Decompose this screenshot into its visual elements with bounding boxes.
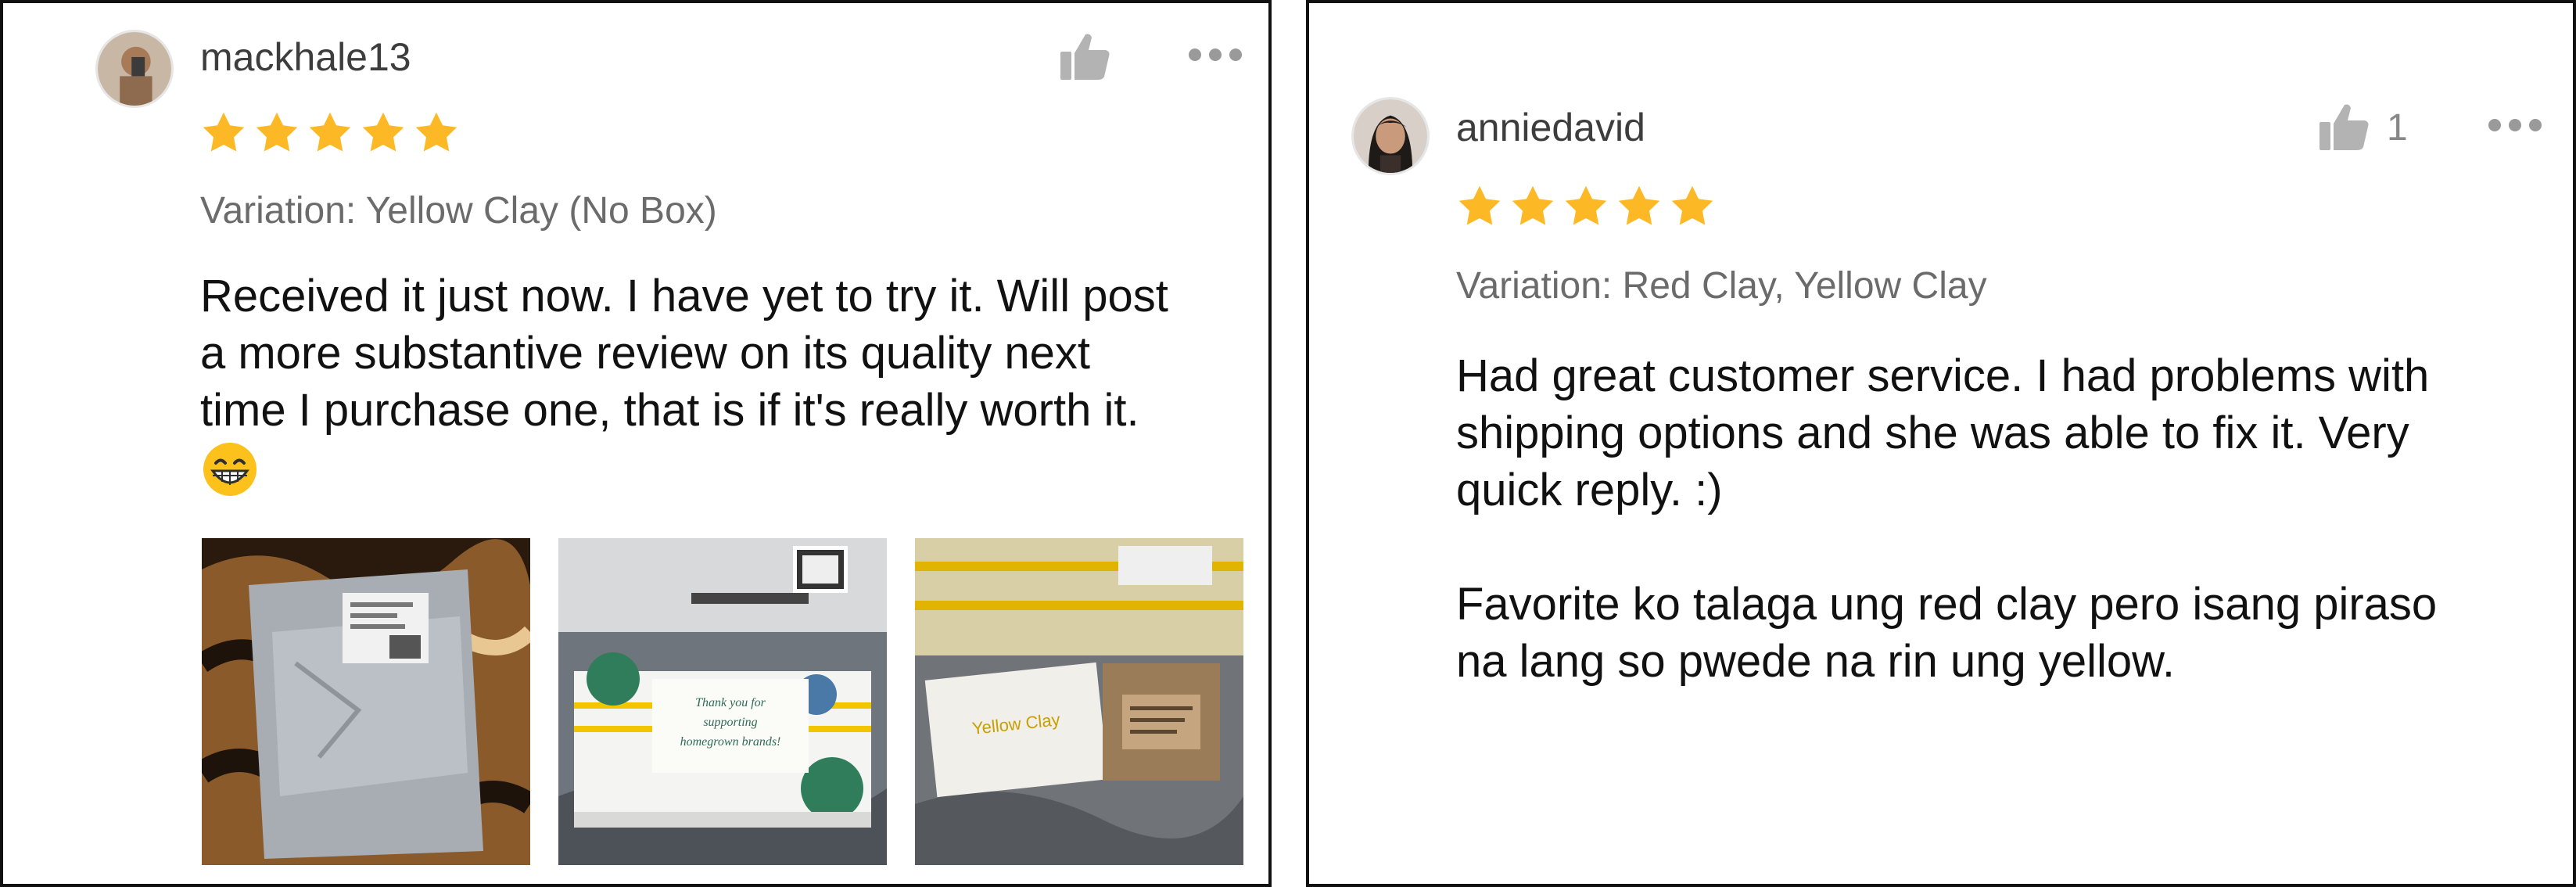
star-icon bbox=[256, 112, 298, 152]
svg-text:homegrown brands!: homegrown brands! bbox=[680, 735, 781, 749]
star-icon bbox=[203, 112, 245, 152]
review-text: Had great customer service. I had proble… bbox=[1456, 350, 2438, 687]
star-icon bbox=[1671, 185, 1713, 225]
variation-label: Variation: Yellow Clay (No Box) bbox=[200, 190, 717, 232]
star-icon bbox=[1565, 185, 1607, 225]
star-icon bbox=[1512, 185, 1554, 225]
grinning-face-emoji-icon bbox=[202, 441, 258, 497]
avatar[interactable] bbox=[1351, 97, 1430, 175]
more-options-icon[interactable] bbox=[1189, 45, 1242, 64]
username[interactable]: anniedavid bbox=[1456, 105, 1645, 150]
more-options-icon[interactable] bbox=[2488, 116, 2542, 135]
review-card-anniedavid: anniedavid 1 Variation: Red Clay, Yellow… bbox=[1306, 0, 2576, 887]
review-photo-3[interactable]: Yellow Clay bbox=[915, 538, 1243, 865]
variation-label: Variation: Red Clay, Yellow Clay bbox=[1456, 265, 1987, 307]
thumbs-up-icon[interactable] bbox=[2318, 102, 2370, 152]
svg-text:Thank you for: Thank you for bbox=[695, 696, 766, 709]
review-photo-2[interactable]: Thank you for supporting homegrown brand… bbox=[558, 538, 887, 865]
star-rating bbox=[200, 110, 460, 156]
thumbs-up-icon[interactable] bbox=[1059, 31, 1110, 81]
review-photo-1[interactable] bbox=[202, 538, 530, 865]
avatar[interactable] bbox=[95, 30, 174, 108]
svg-text:supporting: supporting bbox=[703, 716, 757, 729]
username[interactable]: mackhale13 bbox=[200, 34, 411, 80]
star-icon bbox=[1618, 185, 1660, 225]
star-icon bbox=[1458, 185, 1501, 225]
star-icon bbox=[309, 112, 351, 152]
star-icon bbox=[415, 112, 457, 152]
like-count: 1 bbox=[2387, 107, 2408, 149]
star-rating bbox=[1456, 183, 1716, 230]
review-card-mackhale13: mackhale13 Variation: Yellow Clay (No Bo… bbox=[0, 0, 1272, 887]
star-icon bbox=[362, 112, 404, 152]
review-text: Received it just now. I have yet to try … bbox=[200, 271, 1168, 436]
